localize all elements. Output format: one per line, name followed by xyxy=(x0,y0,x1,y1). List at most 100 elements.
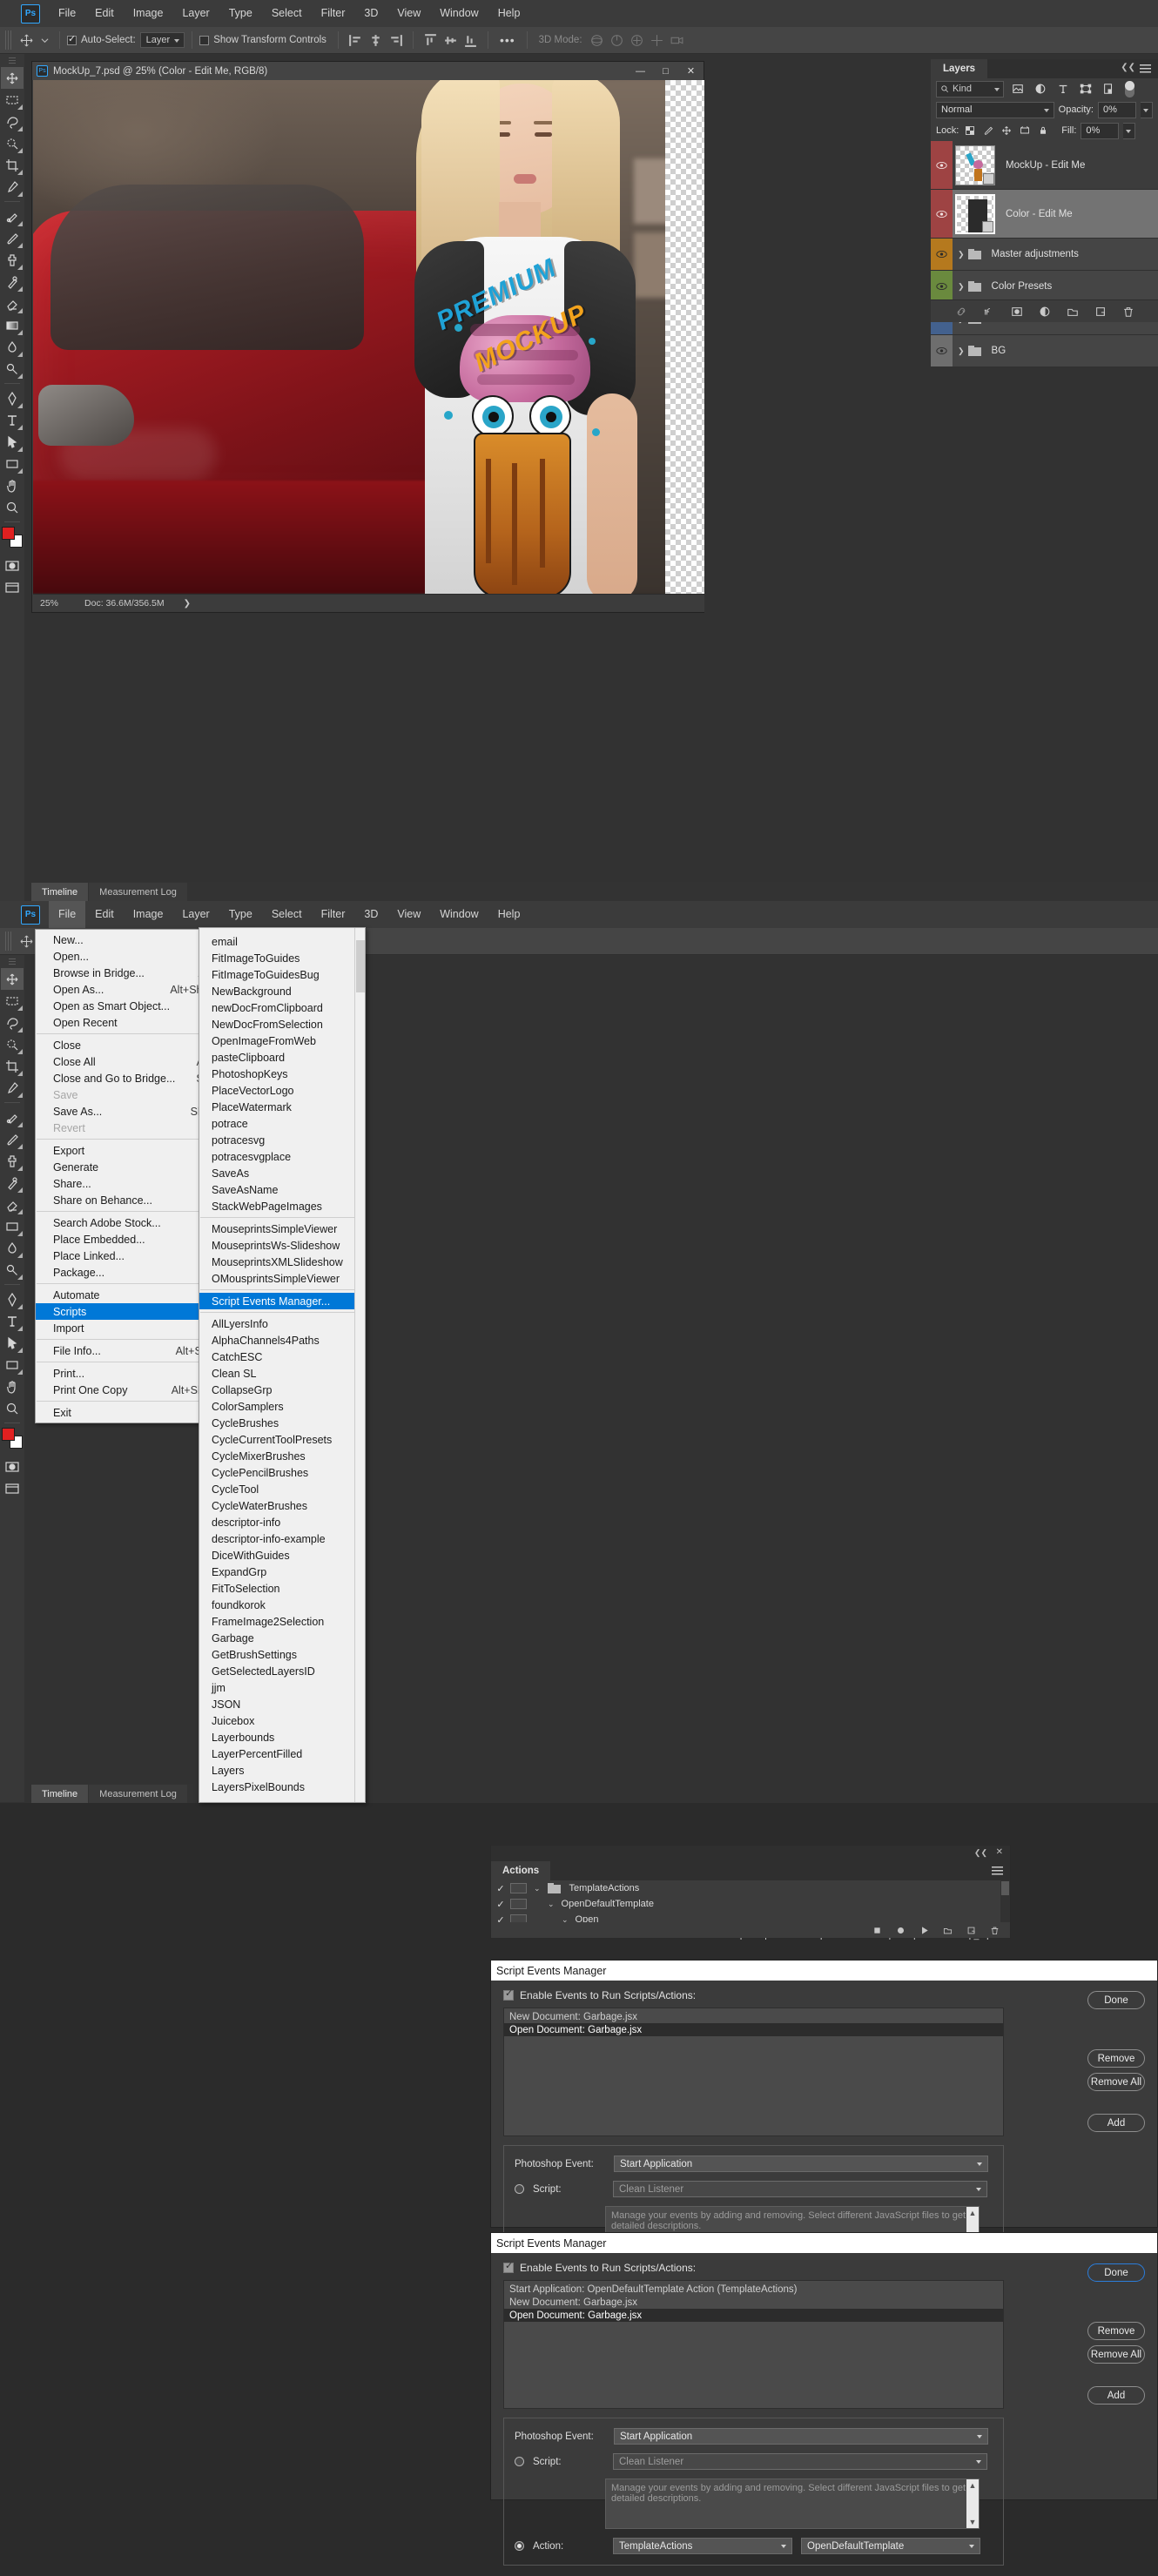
close-button[interactable]: ✕ xyxy=(678,62,704,80)
align-right-edges-icon[interactable] xyxy=(388,33,403,48)
add-button[interactable]: Add xyxy=(1087,2386,1145,2404)
scripts-menu-item-collapsegrp[interactable]: CollapseGrp xyxy=(199,1382,365,1398)
create-new-set-icon[interactable] xyxy=(943,1926,953,1935)
scripts-menu-item-saveas[interactable]: SaveAs xyxy=(199,1165,365,1181)
menu-type[interactable]: Type xyxy=(219,0,262,27)
foreground-background-color-swatches[interactable] xyxy=(2,527,23,548)
scripts-menu-item-fittoselection[interactable]: FitToSelection xyxy=(199,1580,365,1597)
filter-type-layers-icon[interactable] xyxy=(1054,81,1072,98)
action-radio[interactable] xyxy=(515,2541,524,2551)
layer-visibility-toggle[interactable] xyxy=(931,239,953,270)
tool-zoom[interactable] xyxy=(1,496,24,518)
minimize-button[interactable]: — xyxy=(628,62,653,80)
delete-layer-icon[interactable] xyxy=(1122,306,1134,318)
status-expand-arrow-icon[interactable]: ❯ xyxy=(184,599,191,609)
description-scrollbar[interactable]: ▲▼ xyxy=(966,2479,979,2528)
new-group-icon[interactable] xyxy=(1067,306,1079,318)
tools-panel-grip-bottom[interactable] xyxy=(9,958,16,965)
menu-image-bottom[interactable]: Image xyxy=(124,901,173,928)
align-left-edges-icon[interactable] xyxy=(348,33,363,48)
scripts-menu-item-cyclecurrenttoolpresets[interactable]: CycleCurrentToolPresets xyxy=(199,1431,365,1448)
menu-3d[interactable]: 3D xyxy=(354,0,387,27)
tool-horizontal-type[interactable] xyxy=(1,409,24,431)
tool-clone-stamp[interactable] xyxy=(1,249,24,271)
options-bar-grip[interactable] xyxy=(5,30,11,50)
document-canvas[interactable]: PREMIUM MOCKUP xyxy=(33,80,704,594)
actions-collapse-icon[interactable]: ❮❮ xyxy=(974,1848,987,1858)
tool-history-brush-bottom[interactable] xyxy=(1,1172,24,1194)
menu-edit[interactable]: Edit xyxy=(85,0,124,27)
maximize-button[interactable]: □ xyxy=(653,62,678,80)
scripts-menu-item-frameimage2selection[interactable]: FrameImage2Selection xyxy=(199,1613,365,1630)
tool-hand-bottom[interactable] xyxy=(1,1375,24,1397)
photoshop-event-select[interactable]: Start Application xyxy=(614,2428,988,2445)
align-vertical-centers-icon[interactable] xyxy=(443,33,458,48)
play-selection-icon[interactable] xyxy=(919,1926,929,1935)
layer-row-bg[interactable]: ❯ BG xyxy=(931,335,1158,367)
enable-events-checkbox[interactable] xyxy=(503,2260,514,2273)
tool-path-selection-bottom[interactable] xyxy=(1,1332,24,1354)
tool-screen-mode[interactable] xyxy=(1,576,24,598)
lock-image-pixels-icon[interactable] xyxy=(981,124,995,138)
filter-shape-layers-icon[interactable] xyxy=(1076,81,1094,98)
scripts-menu-item-placewatermark[interactable]: PlaceWatermark xyxy=(199,1099,365,1115)
create-new-action-icon[interactable] xyxy=(966,1926,976,1935)
scripts-menu-item-descriptor-info-example[interactable]: descriptor-info-example xyxy=(199,1530,365,1547)
scripts-menu-item-alllyersinfo[interactable]: AllLyersInfo xyxy=(199,1315,365,1332)
tool-quick-selection[interactable] xyxy=(1,132,24,154)
tool-crop[interactable] xyxy=(1,154,24,176)
tool-eyedropper-bottom[interactable] xyxy=(1,1077,24,1099)
tool-history-brush[interactable] xyxy=(1,271,24,293)
remove-button[interactable]: Remove xyxy=(1087,2049,1145,2068)
scripts-menu-item-fitimagetoguides[interactable]: FitImageToGuides xyxy=(199,950,365,966)
tool-crop-bottom[interactable] xyxy=(1,1055,24,1077)
layer-name[interactable]: Master adjustments xyxy=(992,249,1079,259)
scripts-menu-item-email[interactable]: email xyxy=(199,933,365,950)
stop-playing-icon[interactable] xyxy=(872,1926,882,1935)
tools-panel-grip[interactable] xyxy=(9,57,16,64)
tool-brush[interactable] xyxy=(1,227,24,249)
auto-select-checkbox[interactable] xyxy=(67,33,77,45)
scripts-menu-item-saveasname[interactable]: SaveAsName xyxy=(199,1181,365,1198)
event-list-item[interactable]: Open Document: Garbage.jsx xyxy=(504,2023,1003,2036)
filter-toggle-switch[interactable] xyxy=(1125,80,1134,98)
menu-file-bottom[interactable]: File xyxy=(49,901,86,928)
tool-screen-mode-bottom[interactable] xyxy=(1,1477,24,1499)
action-set-name[interactable]: TemplateActions xyxy=(569,1883,640,1893)
menu-window[interactable]: Window xyxy=(430,0,488,27)
action-set-select[interactable]: TemplateActions xyxy=(613,2538,792,2554)
scripts-menu-item-json[interactable]: JSON xyxy=(199,1696,365,1712)
menu-view-bottom[interactable]: View xyxy=(387,901,430,928)
scripts-menu-item-potrace[interactable]: potrace xyxy=(199,1115,365,1132)
3d-orbit-icon[interactable] xyxy=(589,33,604,48)
tool-pen-bottom[interactable] xyxy=(1,1288,24,1310)
scripts-menu-item-layerpercentfilled[interactable]: LayerPercentFilled xyxy=(199,1745,365,1762)
tool-brush-bottom[interactable] xyxy=(1,1128,24,1150)
filter-pixel-layers-icon[interactable] xyxy=(1008,81,1027,98)
scripts-menu-item-script-events-manager[interactable]: Script Events Manager... xyxy=(199,1293,365,1309)
tool-rectangle-shape[interactable] xyxy=(1,453,24,474)
tool-horizontal-type-bottom[interactable] xyxy=(1,1310,24,1332)
tool-quick-selection-bottom[interactable] xyxy=(1,1033,24,1055)
layer-name[interactable]: MockUp - Edit Me xyxy=(1006,160,1085,171)
3d-camera-icon[interactable] xyxy=(670,33,684,48)
expand-chevron-icon[interactable]: ⌄ xyxy=(548,1900,555,1909)
enable-events-checkbox[interactable] xyxy=(503,1987,514,2001)
menu-edit-bottom[interactable]: Edit xyxy=(85,901,124,928)
scripts-menu-item-layerbounds[interactable]: Layerbounds xyxy=(199,1729,365,1745)
scripts-menu-item-getselectedlayersid[interactable]: GetSelectedLayersID xyxy=(199,1663,365,1679)
scripts-menu-item-stackwebpageimages[interactable]: StackWebPageImages xyxy=(199,1198,365,1214)
menu-help-bottom[interactable]: Help xyxy=(488,901,530,928)
tool-dodge[interactable] xyxy=(1,358,24,380)
zoom-level[interactable]: 25% xyxy=(40,598,58,609)
3d-roll-icon[interactable] xyxy=(609,33,624,48)
remove-all-button[interactable]: Remove All xyxy=(1087,2073,1145,2091)
layer-row-color-edit-me[interactable]: Color - Edit Me xyxy=(931,190,1158,239)
group-expand-chevron-icon[interactable]: ❯ xyxy=(958,282,965,292)
event-list-item[interactable]: Open Document: Garbage.jsx xyxy=(504,2309,1003,2322)
scripts-menu-item-mouseprintsws-slideshow[interactable]: MouseprintsWs-Slideshow xyxy=(199,1237,365,1254)
scripts-menu-item-getbrushsettings[interactable]: GetBrushSettings xyxy=(199,1646,365,1663)
scripts-menu-item-expandgrp[interactable]: ExpandGrp xyxy=(199,1564,365,1580)
panel-menu-icon[interactable] xyxy=(1140,64,1151,73)
more-options-button[interactable]: ••• xyxy=(500,33,515,47)
